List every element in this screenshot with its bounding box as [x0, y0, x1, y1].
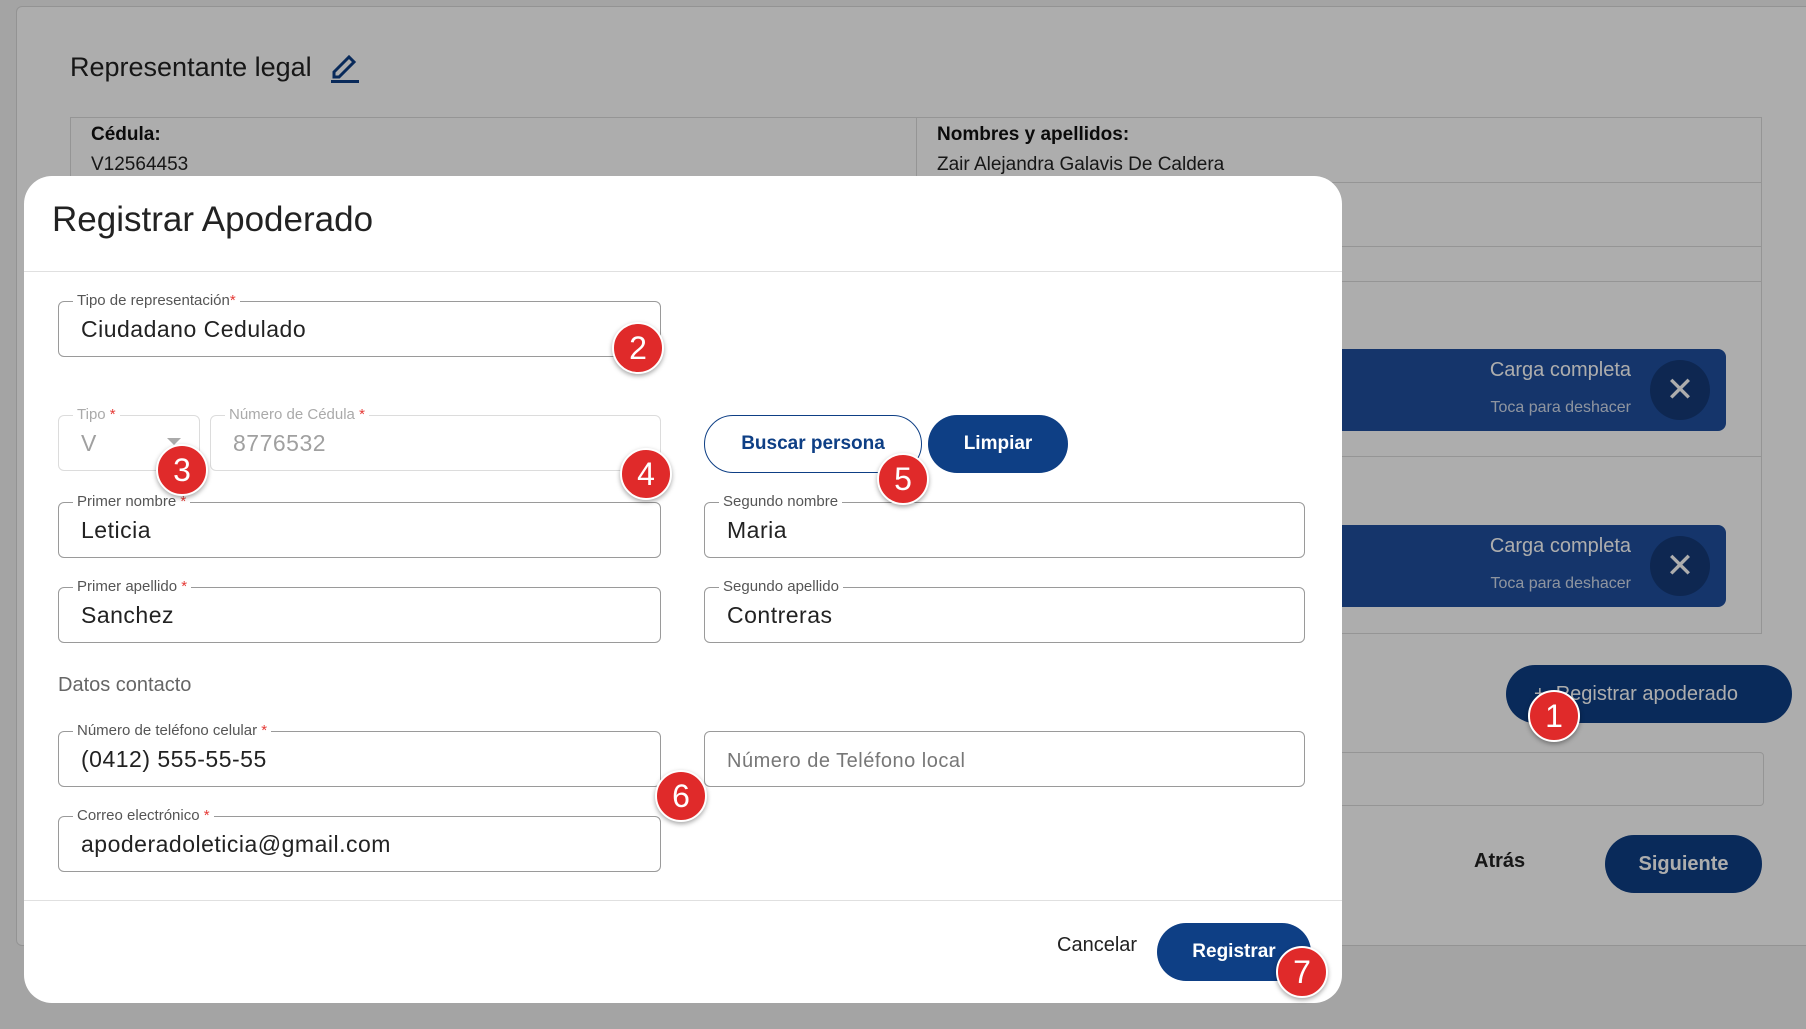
step-marker: 5 — [877, 453, 929, 505]
step-marker: 6 — [655, 770, 707, 822]
telefono-local-field[interactable] — [704, 731, 1305, 787]
numero-cedula-field[interactable]: Número de Cédula * — [210, 406, 661, 471]
tipo-representacion-select[interactable]: Tipo de representación* — [58, 292, 661, 357]
segundo-apellido-input[interactable] — [705, 588, 1304, 642]
segundo-nombre-field[interactable]: Segundo nombre — [704, 493, 1305, 558]
datos-contacto-heading: Datos contacto — [58, 674, 192, 696]
modal-title: Registrar Apoderado — [52, 200, 374, 239]
primer-nombre-input[interactable] — [59, 503, 660, 557]
correo-input[interactable] — [59, 817, 660, 871]
divider — [24, 900, 1342, 901]
step-marker: 4 — [620, 448, 672, 500]
telefono-local-input[interactable] — [705, 732, 1304, 786]
telefono-celular-input[interactable] — [59, 732, 660, 786]
cancel-button[interactable]: Cancelar — [1057, 934, 1137, 957]
correo-field[interactable]: Correo electrónico * — [58, 807, 661, 872]
primer-apellido-field[interactable]: Primer apellido * — [58, 578, 661, 643]
divider — [24, 271, 1342, 272]
segundo-nombre-input[interactable] — [705, 503, 1304, 557]
tipo-representacion-value[interactable] — [59, 302, 660, 356]
register-apoderado-modal: Registrar Apoderado Tipo de representaci… — [24, 176, 1342, 1003]
primer-nombre-field[interactable]: Primer nombre * — [58, 493, 661, 558]
primer-apellido-input[interactable] — [59, 588, 660, 642]
step-marker: 1 — [1528, 690, 1580, 742]
step-marker: 7 — [1276, 946, 1328, 998]
numero-cedula-input[interactable] — [211, 416, 660, 470]
step-marker: 3 — [156, 444, 208, 496]
limpiar-button[interactable]: Limpiar — [928, 415, 1068, 473]
telefono-celular-field[interactable]: Número de teléfono celular * — [58, 722, 661, 787]
step-marker: 2 — [612, 322, 664, 374]
segundo-apellido-field[interactable]: Segundo apellido — [704, 578, 1305, 643]
